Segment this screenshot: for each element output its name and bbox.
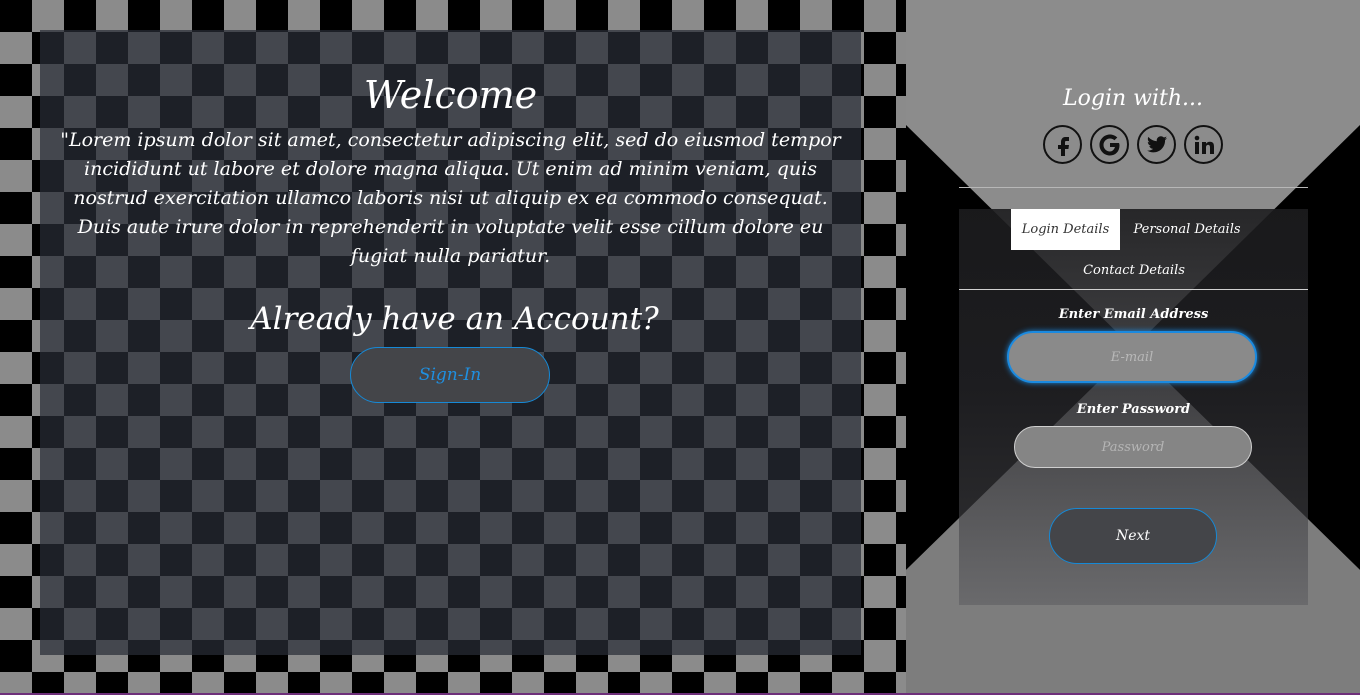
twitter-login-button[interactable]: [1137, 125, 1176, 164]
social-login-row: [1043, 125, 1223, 164]
email-label: Enter Email Address: [1058, 307, 1209, 322]
welcome-section: Welcome "Lorem ipsum dolor sit amet, con…: [0, 0, 906, 695]
divider: [959, 187, 1308, 188]
tab-login-details[interactable]: Login Details: [1011, 209, 1120, 250]
login-section: Login with... Login Details Personal Det…: [906, 0, 1360, 695]
welcome-text: "Lorem ipsum dolor sit amet, consectetur…: [60, 129, 841, 267]
linkedin-login-button[interactable]: [1184, 125, 1223, 164]
tab-personal-details[interactable]: Personal Details: [1127, 209, 1247, 250]
welcome-panel: Welcome "Lorem ipsum dolor sit amet, con…: [40, 30, 861, 655]
twitter-icon: [1146, 135, 1167, 152]
tab-contact-details[interactable]: Contact Details: [1069, 250, 1199, 291]
form-tabs: Login Details Personal Details Contact D…: [959, 209, 1308, 289]
linkedin-icon: [1194, 135, 1214, 154]
password-label: Enter Password: [1076, 402, 1191, 417]
facebook-login-button[interactable]: [1043, 125, 1082, 164]
google-icon: [1099, 134, 1119, 155]
registration-form-card: Login Details Personal Details Contact D…: [959, 209, 1308, 605]
google-login-button[interactable]: [1090, 125, 1129, 164]
email-field[interactable]: [1007, 331, 1257, 383]
next-button[interactable]: Next: [1049, 508, 1217, 564]
account-question: Already have an Account?: [250, 301, 659, 337]
tabs-divider: [959, 289, 1308, 290]
welcome-title: Welcome: [363, 73, 538, 117]
password-field[interactable]: [1014, 426, 1252, 468]
facebook-icon: [1057, 136, 1069, 156]
login-with-title: Login with...: [1063, 86, 1203, 111]
sign-in-button[interactable]: Sign-In: [350, 347, 550, 403]
